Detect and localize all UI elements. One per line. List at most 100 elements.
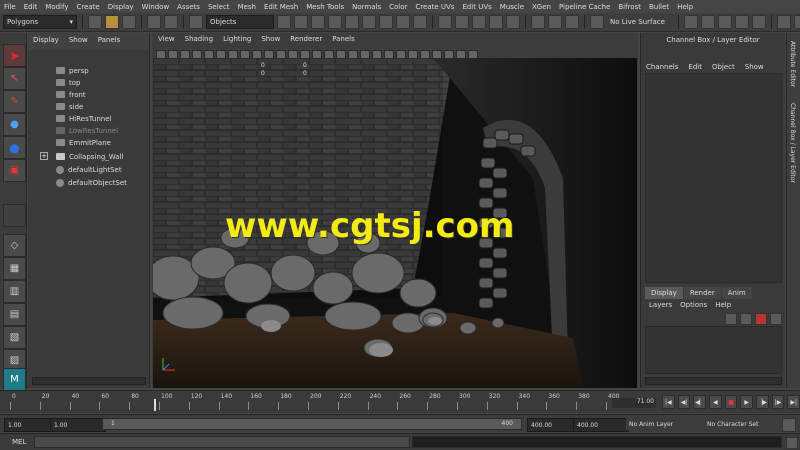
new-layer-selected-icon[interactable] bbox=[770, 313, 782, 325]
menu-set-dropdown[interactable]: Polygons ▾ bbox=[3, 15, 77, 29]
move-tool-button[interactable]: ● bbox=[3, 113, 26, 136]
menu-display[interactable]: Display bbox=[108, 3, 134, 11]
scale-tool-button[interactable]: ▣ bbox=[3, 159, 26, 182]
mask-icon[interactable] bbox=[345, 15, 359, 29]
snap-view-icon[interactable] bbox=[489, 15, 503, 29]
time-slider[interactable]: 0 20 40 60 80 100 120 140 160 180 200 220 240 260 280 3… bbox=[0, 390, 660, 413]
current-frame-field[interactable]: 71.00 bbox=[612, 398, 656, 408]
outliner-item-side[interactable]: side bbox=[56, 101, 83, 112]
menu-create[interactable]: Create bbox=[76, 3, 99, 11]
objects-dropdown[interactable]: Objects bbox=[206, 15, 274, 29]
new-scene-icon[interactable] bbox=[88, 15, 102, 29]
menu-xgen[interactable]: XGen bbox=[532, 3, 551, 11]
outliner-item-emmitplane[interactable]: EmmitPlane bbox=[56, 137, 111, 148]
render-view-icon[interactable] bbox=[684, 15, 698, 29]
undo-icon[interactable] bbox=[147, 15, 161, 29]
menu-file[interactable]: File bbox=[4, 3, 16, 11]
last-tool-button[interactable] bbox=[3, 204, 26, 227]
menu-edit[interactable]: Edit bbox=[24, 3, 38, 11]
playback-start-field[interactable]: 1.00 bbox=[50, 418, 106, 432]
mask-icon[interactable] bbox=[328, 15, 342, 29]
layer-move-down-icon[interactable] bbox=[740, 313, 752, 325]
layer-list[interactable] bbox=[645, 326, 782, 374]
attribute-editor-icon[interactable] bbox=[794, 15, 800, 29]
select-component-icon[interactable] bbox=[311, 15, 325, 29]
make-live-icon[interactable] bbox=[590, 15, 604, 29]
layout-outliner-button[interactable]: ▤ bbox=[3, 303, 26, 326]
viewport-menu-lighting[interactable]: Lighting bbox=[223, 35, 251, 46]
command-language-label[interactable]: MEL bbox=[12, 438, 26, 446]
inputs-icon[interactable] bbox=[548, 15, 562, 29]
hypershade-icon[interactable] bbox=[752, 15, 766, 29]
tab-attribute-editor[interactable]: Attribute Editor bbox=[789, 41, 796, 87]
mask-icon[interactable] bbox=[413, 15, 427, 29]
select-object-icon[interactable] bbox=[294, 15, 308, 29]
menu-edit-mesh[interactable]: Edit Mesh bbox=[264, 3, 298, 11]
snap-grid-icon[interactable] bbox=[438, 15, 452, 29]
step-back-key-icon[interactable]: ◀| bbox=[677, 395, 691, 409]
open-scene-icon[interactable] bbox=[105, 15, 119, 29]
tab-channel-box[interactable]: Channel Box / Layer Editor bbox=[789, 103, 796, 183]
modeling-toolkit-icon[interactable] bbox=[777, 15, 791, 29]
snap-curve-icon[interactable] bbox=[455, 15, 469, 29]
tab-anim[interactable]: Anim bbox=[721, 287, 752, 299]
outputs-icon[interactable] bbox=[565, 15, 579, 29]
step-back-frame-icon[interactable]: ◀▏ bbox=[693, 395, 707, 409]
menu-color[interactable]: Color bbox=[389, 3, 407, 11]
select-tool-button[interactable]: ➤ bbox=[3, 44, 26, 67]
layout-side-button[interactable]: ▥ bbox=[3, 280, 26, 303]
layer-move-up-icon[interactable] bbox=[725, 313, 737, 325]
menu-mesh-tools[interactable]: Mesh Tools bbox=[306, 3, 344, 11]
outliner-item-front[interactable]: front bbox=[56, 89, 86, 100]
selection-mode-icon[interactable] bbox=[189, 15, 203, 29]
paint-select-button[interactable]: ✎ bbox=[3, 90, 26, 113]
save-scene-icon[interactable] bbox=[122, 15, 136, 29]
viewport-menu-renderer[interactable]: Renderer bbox=[290, 35, 322, 46]
render-frame-icon[interactable] bbox=[701, 15, 715, 29]
viewport-menu-panels[interactable]: Panels bbox=[332, 35, 355, 46]
layer-menu-options[interactable]: Options bbox=[680, 301, 707, 309]
outliner-menu-panels[interactable]: Panels bbox=[98, 36, 121, 47]
channel-list[interactable] bbox=[645, 73, 782, 283]
lasso-tool-button[interactable]: ↖ bbox=[3, 67, 26, 90]
layout-four-button[interactable]: ▦ bbox=[3, 257, 26, 280]
command-input[interactable] bbox=[34, 436, 410, 448]
menu-mesh[interactable]: Mesh bbox=[238, 3, 256, 11]
play-forwards-icon[interactable]: ▶ bbox=[740, 395, 754, 409]
menu-select[interactable]: Select bbox=[208, 3, 230, 11]
select-hierarchy-icon[interactable] bbox=[277, 15, 291, 29]
character-set-dropdown[interactable]: No Character Set bbox=[704, 418, 784, 430]
menu-muscle[interactable]: Muscle bbox=[500, 3, 524, 11]
viewport-menu-view[interactable]: View bbox=[158, 35, 175, 46]
outliner-item-hirestunnel[interactable]: HiResTunnel bbox=[56, 113, 112, 124]
outliner-item-defaultlightset[interactable]: defaultLightSet bbox=[56, 164, 122, 175]
outliner-item-persp[interactable]: persp bbox=[56, 65, 89, 76]
menu-pipeline-cache[interactable]: Pipeline Cache bbox=[559, 3, 610, 11]
outliner-menu-display[interactable]: Display bbox=[33, 36, 59, 47]
mask-icon[interactable] bbox=[362, 15, 376, 29]
render-settings-icon[interactable] bbox=[735, 15, 749, 29]
expand-icon[interactable]: + bbox=[40, 152, 48, 160]
rotate-tool-button[interactable]: ● bbox=[3, 136, 26, 159]
playback-end-field[interactable]: 400.00 bbox=[527, 418, 577, 432]
menu-modify[interactable]: Modify bbox=[45, 3, 68, 11]
stop-icon[interactable]: ■ bbox=[724, 395, 738, 409]
outliner-item-collapsing-wall[interactable]: Collapsing_Wall bbox=[56, 151, 123, 162]
ipr-render-icon[interactable] bbox=[718, 15, 732, 29]
menu-create-uvs[interactable]: Create UVs bbox=[415, 3, 454, 11]
layout-persp-button[interactable]: ▧ bbox=[3, 326, 26, 349]
range-slider[interactable]: 1 400 bbox=[102, 418, 522, 430]
step-forward-frame-icon[interactable]: ▕▶ bbox=[756, 395, 769, 409]
outliner-scrollbar[interactable] bbox=[32, 377, 146, 385]
maya-logo-button[interactable]: M bbox=[3, 368, 26, 391]
current-time-indicator[interactable] bbox=[154, 399, 156, 411]
outliner-item-defaultobjectset[interactable]: defaultObjectSet bbox=[56, 177, 127, 188]
menu-window[interactable]: Window bbox=[142, 3, 170, 11]
anim-layer-dropdown[interactable]: No Anim Layer bbox=[626, 418, 706, 430]
outliner-menu-show[interactable]: Show bbox=[69, 36, 88, 47]
step-forward-key-icon[interactable]: |▶ bbox=[771, 395, 785, 409]
menu-help[interactable]: Help bbox=[677, 3, 693, 11]
animation-start-field[interactable]: 1.00 bbox=[4, 418, 54, 432]
outliner-item-top[interactable]: top bbox=[56, 77, 80, 88]
history-icon[interactable] bbox=[531, 15, 545, 29]
